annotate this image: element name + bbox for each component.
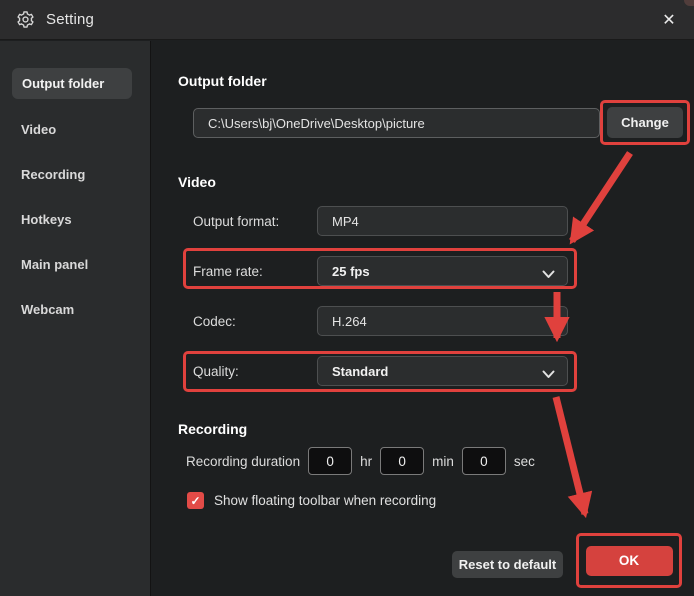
recording-heading: Recording — [178, 421, 248, 437]
sidebar-item-main-panel[interactable]: Main panel — [21, 257, 88, 272]
codec-value: H.264 — [332, 313, 367, 329]
quality-dropdown[interactable]: Standard — [317, 356, 568, 386]
hours-unit-label: hr — [360, 453, 373, 469]
sidebar-item-output-folder[interactable]: Output folder — [12, 68, 132, 99]
frame-rate-dropdown[interactable]: 25 fps — [317, 256, 568, 286]
quality-label: Quality: — [193, 364, 239, 379]
gear-icon — [16, 10, 35, 29]
sidebar-item-hotkeys[interactable]: Hotkeys — [21, 212, 72, 227]
output-format-field[interactable]: MP4 — [317, 206, 568, 236]
recording-duration-row: Recording duration 0 hr 0 min 0 sec — [186, 447, 543, 475]
titlebar: Setting ✕ — [0, 0, 694, 40]
close-icon[interactable]: ✕ — [656, 8, 682, 32]
video-heading: Video — [178, 174, 216, 190]
sidebar-item-webcam[interactable]: Webcam — [21, 302, 74, 317]
duration-minutes-input[interactable]: 0 — [380, 447, 425, 475]
ok-button[interactable]: OK — [585, 545, 673, 576]
settings-panel: Output folder C:\Users\bj\OneDrive\Deskt… — [151, 40, 694, 596]
highlight-box-change: Change — [600, 100, 690, 145]
frame-rate-value: 25 fps — [332, 263, 370, 279]
floating-toolbar-option: ✓ Show floating toolbar when recording — [187, 492, 436, 509]
duration-hours-input[interactable]: 0 — [308, 447, 353, 475]
output-format-label: Output format: — [193, 214, 280, 229]
change-button[interactable]: Change — [607, 107, 683, 138]
window-corner — [684, 0, 694, 6]
frame-rate-label: Frame rate: — [193, 264, 263, 279]
codec-label: Codec: — [193, 314, 236, 329]
sidebar-item-label: Output folder — [22, 76, 105, 91]
window-title: Setting — [46, 11, 95, 28]
minutes-unit-label: min — [432, 453, 454, 469]
sidebar: Output folder Video Recording Hotkeys Ma… — [0, 41, 151, 596]
seconds-unit-label: sec — [513, 453, 535, 469]
reset-to-default-button[interactable]: Reset to default — [452, 551, 563, 578]
duration-seconds-input[interactable]: 0 — [461, 447, 506, 475]
floating-toolbar-label: Show floating toolbar when recording — [214, 493, 437, 508]
codec-field[interactable]: H.264 — [317, 306, 568, 336]
quality-value: Standard — [332, 363, 389, 379]
floating-toolbar-checkbox[interactable]: ✓ — [187, 492, 204, 509]
highlight-box-ok: OK — [576, 533, 682, 588]
chevron-down-icon — [542, 267, 555, 282]
settings-window: Setting ✕ Output folder Video Recording … — [0, 0, 694, 596]
output-folder-heading: Output folder — [178, 73, 267, 89]
sidebar-item-video[interactable]: Video — [21, 122, 56, 137]
output-format-value: MP4 — [332, 213, 359, 229]
chevron-down-icon — [542, 367, 555, 382]
recording-duration-label: Recording duration — [186, 453, 301, 469]
output-folder-path-input[interactable]: C:\Users\bj\OneDrive\Desktop\picture — [193, 108, 600, 138]
output-folder-path-value: C:\Users\bj\OneDrive\Desktop\picture — [208, 115, 425, 131]
sidebar-item-recording[interactable]: Recording — [21, 167, 85, 182]
